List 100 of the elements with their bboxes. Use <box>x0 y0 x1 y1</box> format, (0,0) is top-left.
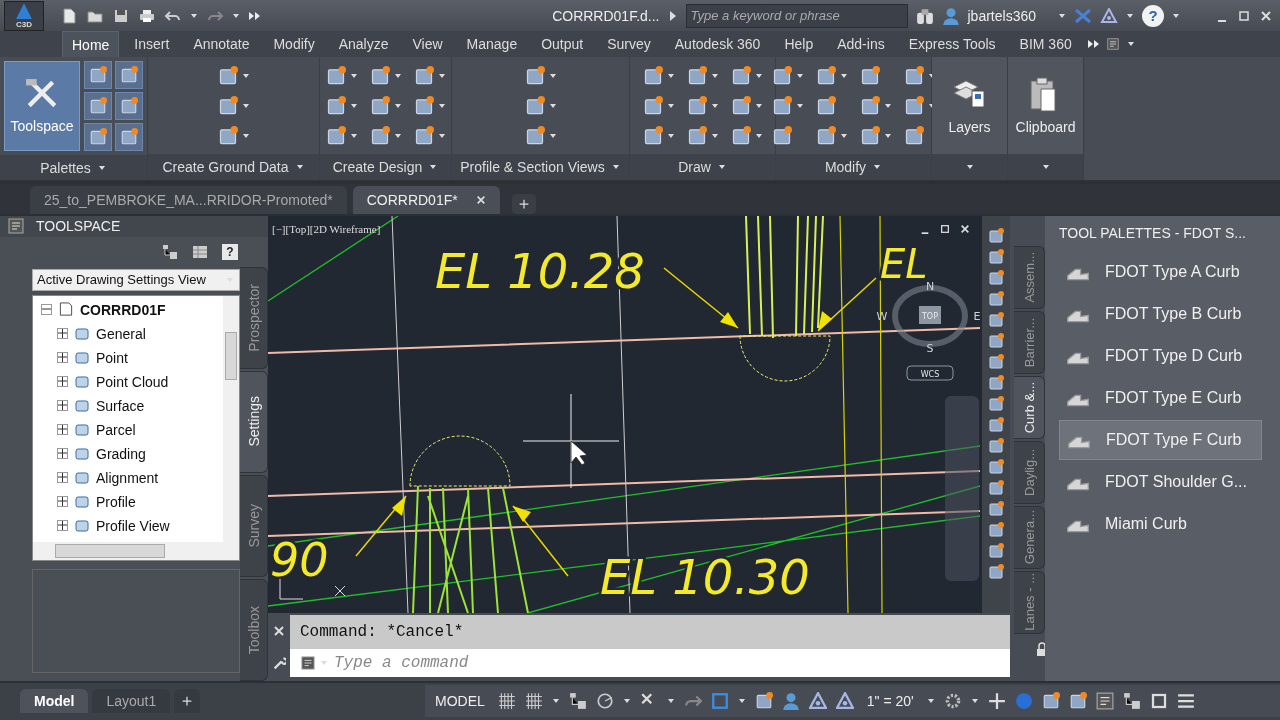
close-icon[interactable] <box>1260 9 1272 22</box>
tool-icon[interactable] <box>988 437 1004 454</box>
caret-icon[interactable] <box>437 101 446 110</box>
ucs-label[interactable]: WCS <box>920 369 940 379</box>
user-icon[interactable] <box>941 6 960 25</box>
tool-icon[interactable] <box>369 65 390 86</box>
new-layout-button[interactable] <box>174 689 201 714</box>
caret-icon[interactable] <box>437 131 446 140</box>
tool-icon[interactable] <box>988 395 1004 412</box>
side-tab[interactable]: Toolbox <box>240 578 268 681</box>
compass-letter[interactable]: E <box>973 309 981 323</box>
ribbon-tab[interactable]: Manage <box>457 31 527 58</box>
palette-tool[interactable]: FDOT Type B Curb <box>1059 293 1262 334</box>
fullscreen-icon[interactable] <box>1149 692 1168 711</box>
ribbon-tab[interactable]: View <box>403 31 452 58</box>
command-field[interactable]: Type a command <box>332 652 1010 673</box>
tool-icon[interactable] <box>217 65 238 86</box>
tool-icon[interactable] <box>988 311 1004 328</box>
expand-icon[interactable] <box>57 400 68 412</box>
tool-icon[interactable] <box>217 125 238 146</box>
tool-icon[interactable] <box>413 95 434 116</box>
table-view-icon[interactable] <box>192 243 208 260</box>
tool-icon[interactable] <box>859 125 880 146</box>
new-tab-button[interactable] <box>511 193 536 214</box>
caret-icon[interactable] <box>839 131 848 140</box>
tool-icon[interactable] <box>730 95 751 116</box>
scrollbar[interactable] <box>223 295 239 542</box>
caret-icon[interactable] <box>795 101 804 110</box>
viewport-controls[interactable]: [−][Top][2D Wireframe] <box>272 222 381 235</box>
tool-icon[interactable] <box>1041 692 1060 711</box>
tool-icon[interactable] <box>988 458 1004 475</box>
caret-icon[interactable] <box>241 131 250 140</box>
palette-tool[interactable]: FDOT Type F Curb <box>1059 419 1262 460</box>
tree-item[interactable]: Surface <box>41 393 223 418</box>
tool-icon[interactable] <box>988 542 1004 559</box>
tool-icon[interactable] <box>988 416 1004 433</box>
tree-item[interactable]: Parcel <box>41 417 223 442</box>
snap-icon[interactable] <box>524 692 543 711</box>
tool-icon[interactable] <box>642 125 663 146</box>
restore-icon[interactable] <box>940 223 950 234</box>
tool-icon[interactable] <box>903 95 924 116</box>
caret-icon[interactable] <box>190 11 198 20</box>
tool-icon[interactable] <box>413 65 434 86</box>
caret-icon[interactable] <box>666 101 675 110</box>
tree-item[interactable]: General <box>41 321 223 346</box>
annotation-scale[interactable]: 1" = 20' <box>862 693 918 710</box>
tool-icon[interactable] <box>859 95 880 116</box>
panel-title[interactable]: Draw <box>678 159 711 176</box>
caret-icon[interactable] <box>1058 11 1066 20</box>
tree-view-icon[interactable] <box>162 243 178 260</box>
grid-icon[interactable] <box>497 692 516 711</box>
ribbon-tab[interactable]: Help <box>775 31 823 58</box>
play-arrow-icon[interactable] <box>667 8 678 23</box>
ribbon-tab[interactable]: Output <box>532 31 593 58</box>
palette-tab[interactable]: Lanes - ... <box>1014 570 1045 634</box>
tool-icon[interactable] <box>988 290 1004 307</box>
caret-icon[interactable] <box>710 131 719 140</box>
tool-icon[interactable] <box>815 65 836 86</box>
viewcube-face[interactable] <box>919 305 941 324</box>
tool-icon[interactable] <box>524 95 545 116</box>
expand-icon[interactable] <box>57 472 68 484</box>
tool-icon[interactable] <box>859 65 880 86</box>
ribbon-tab[interactable]: Add-ins <box>828 31 894 58</box>
tree-item[interactable]: Point Cloud <box>41 369 223 394</box>
caret-icon[interactable] <box>232 11 240 20</box>
caret-icon[interactable] <box>393 101 402 110</box>
palette-tab[interactable]: Assem... <box>1014 245 1045 309</box>
caret-icon[interactable] <box>883 101 892 110</box>
tool-icon[interactable] <box>815 125 836 146</box>
caret-icon[interactable] <box>241 101 250 110</box>
tree-item[interactable]: CORRRD01F <box>41 297 223 322</box>
expand-icon[interactable] <box>57 520 68 532</box>
palette-tab[interactable]: Curb &... <box>1014 375 1045 439</box>
tool-icon[interactable] <box>988 500 1004 517</box>
tool-icon[interactable] <box>988 248 1004 265</box>
file-tab[interactable]: 25_to_PEMBROKE_MA...RRIDOR-Promoted* <box>30 185 347 214</box>
expand-icon[interactable] <box>57 448 68 460</box>
tree-item[interactable]: Alignment <box>41 465 223 490</box>
caret-icon[interactable] <box>393 131 402 140</box>
caret-icon[interactable] <box>666 71 675 80</box>
panel-title[interactable]: Modify <box>824 159 867 176</box>
palette-button[interactable] <box>115 92 143 121</box>
tool-icon[interactable] <box>988 374 1004 391</box>
caret-icon[interactable] <box>349 101 358 110</box>
compass-letter[interactable]: N <box>925 279 935 293</box>
new-file-icon[interactable] <box>60 7 78 24</box>
palette-tool[interactable]: FDOT Shoulder G... <box>1059 461 1262 502</box>
tool-icon[interactable] <box>903 65 924 86</box>
layout-tab[interactable]: Layout1 <box>92 689 171 714</box>
caret-icon[interactable] <box>754 101 763 110</box>
caret-icon[interactable] <box>393 71 402 80</box>
printer-icon[interactable] <box>138 7 156 24</box>
palette-tab[interactable]: Barrier... <box>1014 310 1045 374</box>
tool-icon[interactable] <box>325 65 346 86</box>
triangle-icon[interactable] <box>1100 7 1118 24</box>
ribbon-tab[interactable]: Autodesk 360 <box>665 31 770 58</box>
expand-icon[interactable] <box>57 328 68 340</box>
binoculars-icon[interactable] <box>915 6 934 25</box>
side-tab[interactable]: Settings <box>240 370 268 473</box>
caret-icon[interactable] <box>839 71 848 80</box>
